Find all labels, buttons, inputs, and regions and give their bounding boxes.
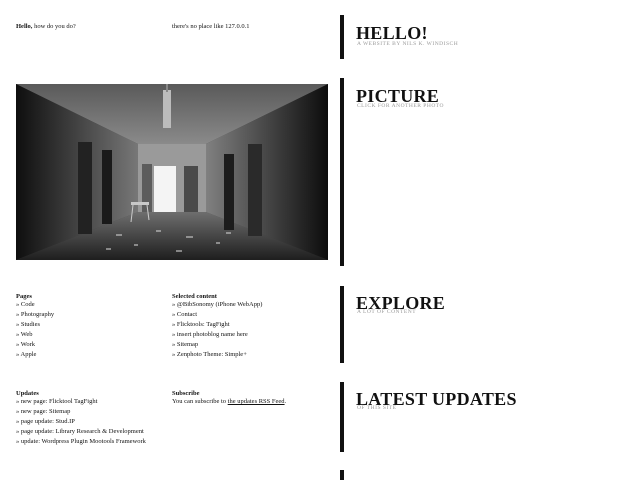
section-bar-updates <box>340 382 344 452</box>
selected-item[interactable]: » insert photoblog name here <box>172 330 262 340</box>
subscribe-prefix: You can subscribe to <box>172 398 228 405</box>
pages-item[interactable]: » Apple <box>16 350 54 360</box>
updates-item[interactable]: » new page: Flicktool TagFight <box>16 397 146 407</box>
updates-heading: Updates <box>16 390 39 397</box>
selected-item[interactable]: » Flicktools: TagFight <box>172 320 262 330</box>
section-subtitle-hello: A WEBSITE BY NILS K. WINDISCH <box>357 41 459 47</box>
section-subtitle-updates: OF THIS SITE <box>357 405 397 411</box>
pages-item[interactable]: » Code <box>16 300 54 310</box>
section-subtitle-explore: A LOT OF CONTENT <box>357 309 417 315</box>
updates-item[interactable]: » update: Wordpress Plugin Mootools Fram… <box>16 437 146 447</box>
subscribe-column: Subscribe You can subscribe to the updat… <box>172 390 286 407</box>
updates-item[interactable]: » new page: Sitemap <box>16 407 146 417</box>
section-bar-hello <box>340 15 344 59</box>
rss-feed-link[interactable]: the updates RSS Feed <box>228 398 285 405</box>
selected-item[interactable]: » Sitemap <box>172 340 262 350</box>
subscribe-heading: Subscribe <box>172 390 200 397</box>
hallway-photo-image <box>16 84 328 260</box>
pages-list: » Code » Photography » Studies » Web » W… <box>16 300 54 360</box>
selected-item[interactable]: » Contact <box>172 310 262 320</box>
pages-column: Pages » Code » Photography » Studies » W… <box>16 293 54 360</box>
selected-list: » @BibSonomy (iPhone WebApp) » Contact »… <box>172 300 262 360</box>
section-bar-picture <box>340 78 344 266</box>
section-subtitle-picture: CLICK FOR ANOTHER PHOTO <box>357 103 445 109</box>
pages-item[interactable]: » Photography <box>16 310 54 320</box>
selected-item[interactable]: » @BibSonomy (iPhone WebApp) <box>172 300 262 310</box>
updates-column: Updates » new page: Flicktool TagFight »… <box>16 390 146 447</box>
subscribe-suffix: . <box>284 398 287 405</box>
updates-item[interactable]: » page update: Stud.IP <box>16 417 146 427</box>
pages-item[interactable]: » Work <box>16 340 54 350</box>
section-bar-explore <box>340 286 344 363</box>
selected-item[interactable]: » Zenphoto Theme: Simple+ <box>172 350 262 360</box>
selected-heading: Selected content <box>172 293 217 300</box>
updates-item[interactable]: » page update: Library Research & Develo… <box>16 427 146 437</box>
updates-list: » new page: Flicktool TagFight » new pag… <box>16 397 146 447</box>
section-bar-next <box>340 470 344 480</box>
subscribe-text: You can subscribe to the updates RSS Fee… <box>172 397 286 407</box>
selected-column: Selected content » @BibSonomy (iPhone We… <box>172 293 262 360</box>
localhost-text: there's no place like 127.0.0.1 <box>172 23 250 30</box>
hallway-photo[interactable] <box>16 84 328 260</box>
section-title-hello: HELLO! <box>356 23 428 43</box>
greeting-bold: Hello, <box>16 23 33 30</box>
greeting-rest: how do you do? <box>32 23 76 30</box>
pages-item[interactable]: » Web <box>16 330 54 340</box>
greeting-text: Hello, how do you do? <box>16 22 76 32</box>
pages-heading: Pages <box>16 293 32 300</box>
pages-item[interactable]: » Studies <box>16 320 54 330</box>
